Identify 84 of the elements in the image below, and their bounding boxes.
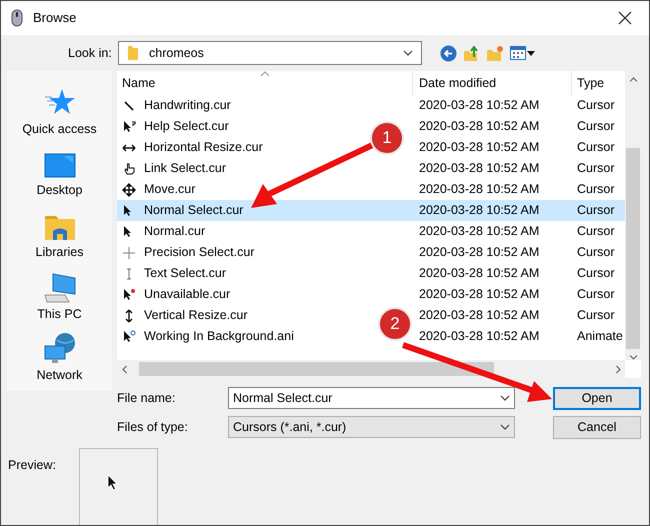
move-cursor-icon <box>122 182 136 196</box>
back-icon[interactable] <box>440 44 457 62</box>
type-cell-text: Animate <box>576 328 624 346</box>
arrow-cursor-icon <box>107 474 118 491</box>
type-cell-text: Cursor <box>576 118 616 136</box>
mouse-icon <box>11 9 23 27</box>
places-item[interactable]: Network <box>10 329 110 391</box>
crosshair-icon <box>122 246 136 260</box>
scroll-thumb[interactable] <box>139 362 494 376</box>
new-folder-icon[interactable] <box>486 44 504 62</box>
type-cell-text: Cursor <box>576 97 616 114</box>
sort-caret-icon <box>260 71 270 77</box>
places-item[interactable]: Desktop <box>10 144 110 206</box>
date-cell-text: 2020-03-28 10:52 AM <box>418 118 540 136</box>
type-cell-text: Cursor <box>576 202 616 220</box>
date-cell-text: 2020-03-28 10:52 AM <box>418 307 540 324</box>
open-button[interactable]: Open <box>553 387 641 410</box>
scroll-right-icon <box>616 364 621 374</box>
up-folder-icon[interactable] <box>463 44 480 62</box>
scroll-up-icon <box>628 77 638 82</box>
scroll-thumb[interactable] <box>626 148 640 350</box>
grid-view-icon <box>510 46 526 60</box>
date-cell-text: 2020-03-28 10:52 AM <box>418 97 540 114</box>
file-row[interactable]: Normal Select.cur 2020-03-28 10:52 AM Cursor <box>117 200 625 221</box>
help-cursor-icon <box>122 120 136 134</box>
view-menu-button[interactable] <box>510 46 535 60</box>
date-cell-text: 2020-03-28 10:52 AM <box>418 244 540 262</box>
file-name: Vertical Resize.cur <box>144 307 248 324</box>
date-cell-text: 2020-03-28 10:52 AM <box>418 139 540 156</box>
file-type-dropdown[interactable]: Cursors (*.ani, *.cur) <box>228 416 515 438</box>
column-header[interactable]: Type <box>572 71 625 95</box>
window-title: Browse <box>33 9 76 28</box>
date-cell-text: 2020-03-28 10:52 AM <box>418 160 540 178</box>
scroll-down-icon <box>628 355 638 360</box>
close-icon <box>618 11 632 25</box>
look-in-dropdown[interactable]: chromeos <box>118 41 422 65</box>
type-cell-text: Cursor <box>576 265 616 282</box>
file-name-field[interactable]: Normal Select.cur <box>228 387 515 409</box>
type-cell-text: Cursor <box>576 181 616 198</box>
unavailable-cursor-icon <box>122 288 136 302</box>
dropdown-arrow-icon <box>527 50 535 56</box>
type-cell-text: Cursor <box>576 139 616 156</box>
scroll-left-icon <box>122 364 127 374</box>
date-cell-text: 2020-03-28 10:52 AM <box>418 286 540 304</box>
look-in-value: chromeos <box>149 44 204 62</box>
file-name: Precision Select.cur <box>144 244 254 262</box>
file-name: Working In Background.ani <box>144 328 294 346</box>
type-cell-text: Cursor <box>576 160 616 178</box>
look-in-label: Look in: <box>68 44 113 62</box>
type-cell-text: Cursor <box>576 307 616 324</box>
pen-cursor-icon <box>122 98 136 112</box>
file-name: Normal Select.cur <box>144 202 244 220</box>
date-cell-text: 2020-03-28 10:52 AM <box>418 328 540 346</box>
places-item[interactable]: Quick access <box>10 83 110 145</box>
vertical-scrollbar[interactable] <box>625 71 641 360</box>
places-item[interactable]: Libraries <box>10 206 110 268</box>
folder-icon <box>44 213 76 242</box>
file-name: Help Select.cur <box>144 118 229 136</box>
desktop-icon <box>44 153 76 180</box>
file-name: Normal.cur <box>144 223 206 240</box>
file-name-label: File name: <box>117 390 176 407</box>
type-cell-text: Cursor <box>576 244 616 262</box>
file-name: Horizontal Resize.cur <box>144 139 263 156</box>
cancel-button[interactable]: Cancel <box>553 416 641 439</box>
date-cell-text: 2020-03-28 10:52 AM <box>418 181 540 198</box>
file-name: Unavailable.cur <box>144 286 230 304</box>
computer-icon <box>42 272 76 303</box>
hand-cursor-icon <box>122 162 136 176</box>
places-item[interactable]: This PC <box>10 268 110 330</box>
busy-cursor-icon <box>122 330 136 344</box>
horizontal-scrollbar[interactable] <box>117 360 625 378</box>
network-icon <box>42 332 76 364</box>
date-cell-text: 2020-03-28 10:52 AM <box>418 265 540 282</box>
file-name: Move.cur <box>144 181 196 198</box>
file-name: Handwriting.cur <box>144 97 231 114</box>
type-cell-text: Cursor <box>576 223 616 240</box>
preview-label: Preview: <box>8 457 57 474</box>
date-cell-text: 2020-03-28 10:52 AM <box>418 223 540 240</box>
date-cell-text: 2020-03-28 10:52 AM <box>418 202 540 220</box>
file-name: Text Select.cur <box>144 265 226 282</box>
file-type-label: Files of type: <box>117 418 189 436</box>
type-cell-text: Cursor <box>576 286 616 304</box>
file-name: Link Select.cur <box>144 160 226 178</box>
folder-icon <box>127 45 139 61</box>
